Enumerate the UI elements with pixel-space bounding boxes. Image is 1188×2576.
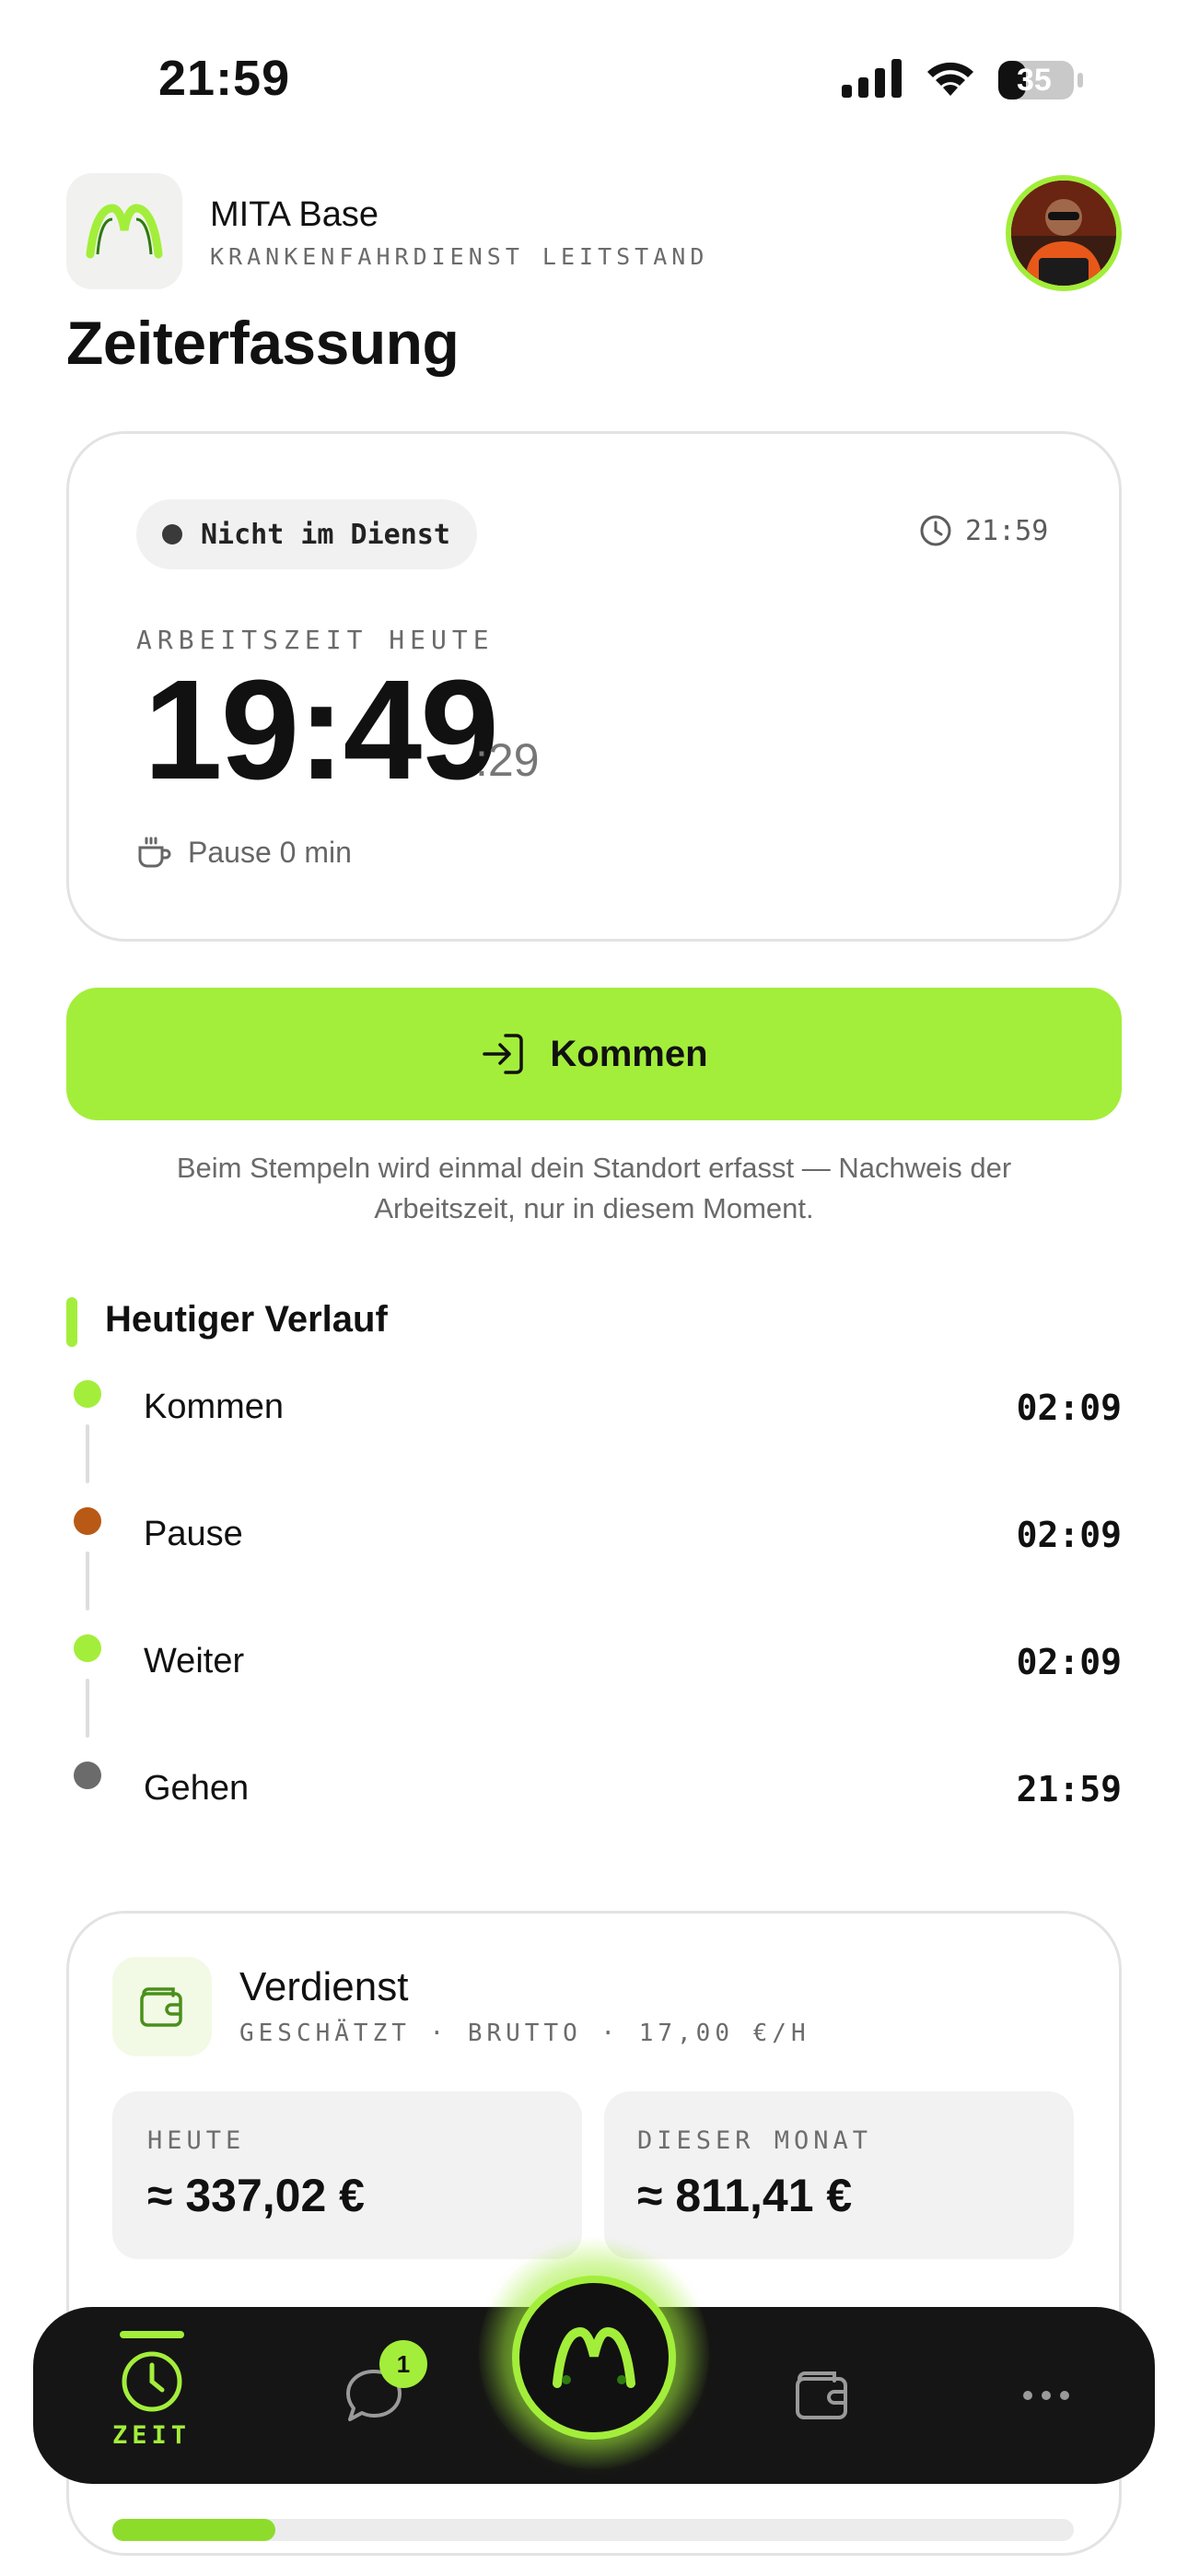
battery-icon: 35 bbox=[996, 59, 1085, 101]
timeline-dot bbox=[74, 1762, 101, 1789]
nav-active-indicator bbox=[119, 2331, 184, 2338]
nav-chat[interactable]: 1 bbox=[343, 2340, 427, 2427]
current-clock: 21:59 bbox=[919, 514, 1048, 547]
more-dots-icon bbox=[1023, 2391, 1069, 2400]
battery-level: 35 bbox=[1017, 63, 1052, 98]
logo-m-icon bbox=[553, 2326, 635, 2388]
timeline-dot bbox=[74, 1507, 101, 1535]
earnings-icon-box bbox=[112, 1957, 212, 2056]
signal-icon bbox=[842, 59, 902, 98]
stat-month: DIESER MONAT ≈ 811,41 € bbox=[604, 2091, 1074, 2259]
section-accent-bar bbox=[66, 1297, 77, 1347]
sign-in-icon bbox=[483, 1034, 524, 1074]
pause-info: Pause 0 min bbox=[136, 835, 352, 870]
timeline-title: Heutiger Verlauf bbox=[105, 1299, 388, 1340]
wallet-icon bbox=[796, 2371, 847, 2419]
pause-text: Pause 0 min bbox=[188, 835, 352, 869]
timeline-label: Kommen bbox=[144, 1388, 285, 1426]
nav-more[interactable] bbox=[1020, 2388, 1072, 2403]
timeline-dot bbox=[74, 1634, 101, 1662]
timeline-connector bbox=[86, 1551, 89, 1610]
coffee-cup-icon bbox=[138, 837, 171, 868]
chat-badge: 1 bbox=[379, 2340, 427, 2388]
earnings-subtitle: GESCHÄTZT · BRUTTO · 17,00 €/H bbox=[239, 2020, 810, 2047]
earnings-progress bbox=[112, 2519, 1074, 2541]
kommen-button[interactable]: Kommen bbox=[66, 988, 1122, 1120]
timeline-label: Gehen bbox=[144, 1769, 250, 1808]
work-time-seconds: :29 bbox=[475, 734, 540, 786]
earnings-title: Verdienst bbox=[239, 1964, 409, 2009]
center-home-button[interactable] bbox=[512, 2276, 676, 2440]
kommen-label: Kommen bbox=[550, 1033, 708, 1074]
status-dot bbox=[162, 524, 182, 544]
timeline-time: 21:59 bbox=[1016, 1769, 1122, 1809]
user-photo bbox=[1011, 181, 1116, 286]
earnings-progress-fill bbox=[112, 2519, 276, 2541]
timeline-dot bbox=[74, 1380, 101, 1408]
wifi-icon bbox=[927, 62, 973, 96]
clock-icon bbox=[920, 515, 951, 546]
clock-icon bbox=[122, 2351, 182, 2412]
app-logo bbox=[66, 173, 182, 289]
page-title: Zeiterfassung bbox=[66, 309, 460, 377]
timeline-time: 02:09 bbox=[1016, 1388, 1122, 1428]
work-time-value: 19:49 bbox=[144, 650, 499, 809]
wallet-icon bbox=[140, 1987, 182, 2027]
stat-today-value: ≈ 337,02 € bbox=[147, 2170, 365, 2221]
brand-subtitle: KRANKENFAHRDIENST LEITSTAND bbox=[210, 243, 709, 270]
avatar[interactable] bbox=[1006, 175, 1122, 291]
timeline-connector bbox=[86, 1424, 89, 1483]
status-bar-time: 21:59 bbox=[158, 51, 291, 106]
nav-zeit-label: ZEIT bbox=[112, 2421, 192, 2450]
timeline-time: 02:09 bbox=[1016, 1515, 1122, 1555]
timeline-time: 02:09 bbox=[1016, 1642, 1122, 1682]
status-badge: Nicht im Dienst bbox=[136, 499, 477, 569]
nav-zeit[interactable]: ZEIT bbox=[112, 2331, 191, 2450]
stat-today-label: HEUTE bbox=[147, 2126, 246, 2155]
timeline-connector bbox=[86, 1679, 89, 1738]
brand-name: MITA Base bbox=[210, 195, 379, 234]
stat-month-label: DIESER MONAT bbox=[637, 2126, 873, 2155]
status-text: Nicht im Dienst bbox=[201, 518, 450, 551]
logo-m-icon bbox=[86, 204, 163, 259]
nav-wallet[interactable] bbox=[794, 2368, 851, 2421]
timeline-label: Pause bbox=[144, 1515, 243, 1553]
stat-month-value: ≈ 811,41 € bbox=[637, 2170, 853, 2221]
location-hint: Beim Stempeln wird einmal dein Standort … bbox=[176, 1152, 1012, 1224]
clock-time: 21:59 bbox=[965, 514, 1049, 547]
stat-today: HEUTE ≈ 337,02 € bbox=[112, 2091, 582, 2259]
timeline-label: Weiter bbox=[144, 1642, 245, 1680]
